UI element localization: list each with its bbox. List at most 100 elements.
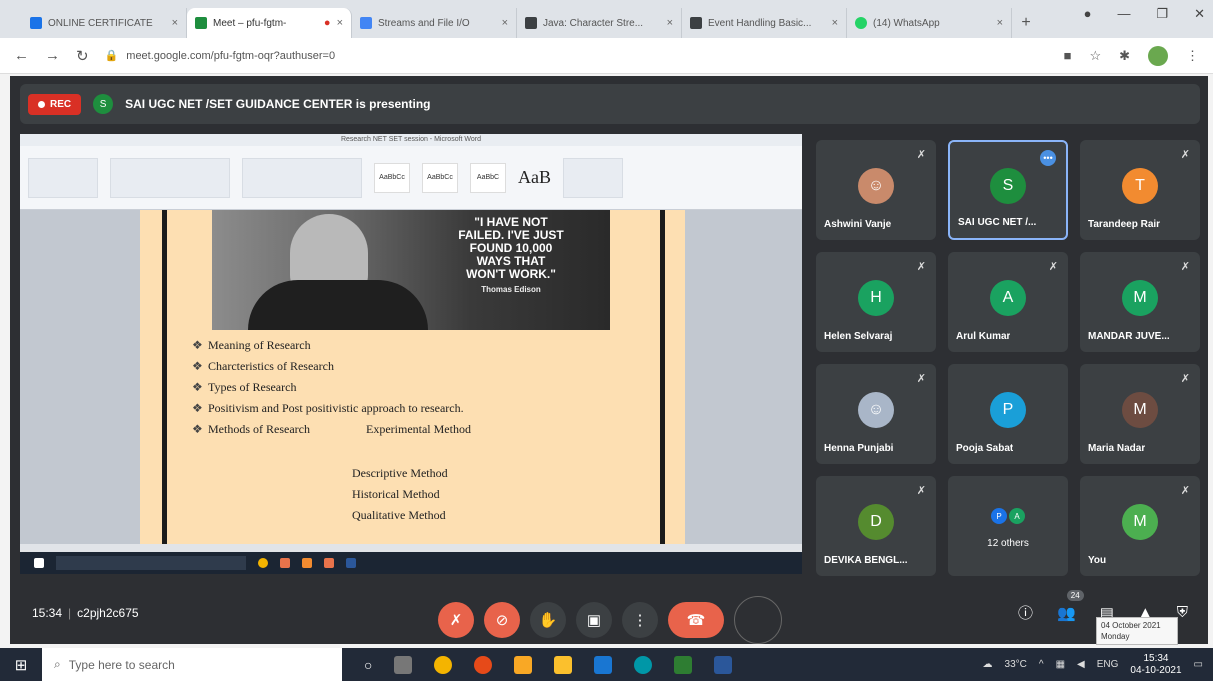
browser-tab[interactable]: Event Handling Basic... × bbox=[682, 8, 847, 38]
taskbar-search-input[interactable]: ⌕ Type here to search bbox=[42, 648, 342, 681]
maximize-icon[interactable]: ❐ bbox=[1156, 6, 1168, 22]
host-controls-icon[interactable]: ⛨ bbox=[1177, 604, 1188, 621]
start-icon bbox=[34, 558, 44, 568]
others-tile[interactable]: P A 12 others bbox=[948, 476, 1068, 576]
participant-tile[interactable]: ✗ M Maria Nadar bbox=[1080, 364, 1200, 464]
close-window-icon[interactable]: ✕ bbox=[1194, 6, 1205, 22]
tab-label: Meet – pfu-fgtm- bbox=[213, 17, 287, 29]
participant-name: Henna Punjabi bbox=[824, 443, 894, 454]
leave-call-button[interactable]: ☎ bbox=[668, 602, 724, 638]
avatar: M bbox=[1122, 280, 1158, 316]
ribbon-font-group bbox=[110, 157, 230, 198]
taskbar-clock[interactable]: 15:34 04-10-2021 bbox=[1130, 653, 1181, 677]
cortana-icon[interactable]: ○ bbox=[364, 657, 372, 673]
chrome-icon[interactable] bbox=[434, 655, 453, 674]
tab-close-icon[interactable]: × bbox=[172, 17, 178, 29]
weather-icon[interactable]: ☁ bbox=[983, 659, 993, 670]
new-tab-button[interactable]: + bbox=[1012, 8, 1040, 38]
bookmark-star-icon[interactable]: ☆ bbox=[1089, 48, 1101, 64]
ribbon-title-style: AaB bbox=[518, 167, 551, 187]
word-icon[interactable] bbox=[714, 655, 733, 674]
camera-icon[interactable]: ■ bbox=[1064, 48, 1072, 63]
mic-off-icon: ✗ bbox=[1180, 261, 1190, 273]
tab-close-icon[interactable]: × bbox=[502, 17, 508, 29]
participant-name: Arul Kumar bbox=[956, 331, 1011, 342]
present-screen-button[interactable]: ▣ bbox=[576, 602, 612, 638]
browser-tab[interactable]: Streams and File I/O × bbox=[352, 8, 517, 38]
browser-tab[interactable]: Java: Character Stre... × bbox=[517, 8, 682, 38]
url-field[interactable]: 🔒 meet.google.com/pfu-fgtm-oqr?authuser=… bbox=[105, 49, 1048, 63]
browser-tab[interactable]: ONLINE CERTIFICATE × bbox=[22, 8, 187, 38]
participant-tile[interactable]: ✗ T Tarandeep Rair bbox=[1080, 140, 1200, 240]
edison-quote: "I HAVE NOT FAILED. I'VE JUST FOUND 10,0… bbox=[426, 216, 596, 296]
tray-chevron-icon[interactable]: ^ bbox=[1039, 659, 1044, 670]
window-controls: ● — ❐ ✕ bbox=[1084, 6, 1205, 22]
people-button[interactable]: 👥 24 bbox=[1057, 589, 1084, 622]
raise-hand-button[interactable]: ✋ bbox=[530, 602, 566, 638]
more-options-icon[interactable]: ••• bbox=[1040, 150, 1056, 166]
word-icon bbox=[346, 558, 356, 568]
edge-icon[interactable] bbox=[634, 655, 653, 674]
mic-toggle-button[interactable]: ✗ bbox=[438, 602, 474, 638]
participant-tile[interactable]: ✗ H Helen Selvaraj bbox=[816, 252, 936, 352]
excel-icon[interactable] bbox=[674, 655, 693, 674]
tab-close-icon[interactable]: × bbox=[667, 17, 673, 29]
language-indicator[interactable]: ENG bbox=[1097, 659, 1119, 670]
diamond-bullet-icon: ❖ bbox=[192, 338, 203, 352]
participant-name: DEVIKA BENGL... bbox=[824, 555, 908, 566]
avatar: T bbox=[1122, 168, 1158, 204]
profile-circle-icon[interactable]: ● bbox=[1084, 6, 1092, 22]
browser-tab[interactable]: (14) WhatsApp × bbox=[847, 8, 1012, 38]
os-taskbar: ⊞ ⌕ Type here to search ○ ☁ 33°C ^ ▦ ◀ E… bbox=[0, 648, 1213, 681]
tab-favicon-icon bbox=[30, 17, 42, 29]
store-icon[interactable] bbox=[554, 655, 573, 674]
tab-close-icon[interactable]: × bbox=[997, 17, 1003, 29]
tab-favicon-icon bbox=[690, 17, 702, 29]
list-item: ❖ Charcteristics of Research bbox=[192, 359, 471, 380]
opera-icon[interactable] bbox=[474, 655, 493, 674]
participant-tile[interactable]: ✗ ☺ Ashwini Vanje bbox=[816, 140, 936, 240]
participant-tile[interactable]: ✗ M MANDAR JUVE... bbox=[1080, 252, 1200, 352]
self-tile[interactable]: ✗ M You bbox=[1080, 476, 1200, 576]
avatar: M bbox=[1122, 504, 1158, 540]
diamond-bullet-icon: ❖ bbox=[192, 401, 203, 415]
document-page: "I HAVE NOT FAILED. I'VE JUST FOUND 10,0… bbox=[140, 210, 685, 544]
participant-tile[interactable]: ✗ ☺ Henna Punjabi bbox=[816, 364, 936, 464]
participant-tile[interactable]: ••• S SAI UGC NET /... bbox=[948, 140, 1068, 240]
task-view-icon[interactable] bbox=[394, 655, 413, 674]
tab-close-icon[interactable]: × bbox=[337, 17, 343, 29]
list-item: Descriptive Method bbox=[352, 466, 448, 480]
meet-controls: 15:34 | c2pjh2c675 ✗ ⊘ ✋ ▣ ⋮ ☎ ⓘ 👥 24 ▤ ▲ … bbox=[10, 586, 1208, 644]
back-icon[interactable]: ← bbox=[14, 47, 29, 64]
participant-tile[interactable]: ✗ A Arul Kumar bbox=[948, 252, 1068, 352]
presenting-banner: REC S SAI UGC NET /SET GUIDANCE CENTER i… bbox=[20, 84, 1200, 124]
meeting-details-icon[interactable]: ⓘ bbox=[1018, 602, 1033, 623]
notifications-icon[interactable]: ▭ bbox=[1194, 659, 1203, 670]
mic-off-icon: ✗ bbox=[916, 149, 926, 161]
reload-icon[interactable]: ↻ bbox=[76, 47, 89, 65]
list-item: ❖ Meaning of Research bbox=[192, 338, 471, 359]
temperature[interactable]: 33°C bbox=[1005, 659, 1027, 670]
participant-tile[interactable]: P Pooja Sabat bbox=[948, 364, 1068, 464]
windows-start-icon[interactable]: ⊞ bbox=[0, 648, 42, 681]
mic-off-icon: ✗ bbox=[916, 373, 926, 385]
participant-tile[interactable]: ✗ D DEVIKA BENGL... bbox=[816, 476, 936, 576]
tab-close-icon[interactable]: × bbox=[832, 17, 838, 29]
camera-toggle-button[interactable]: ⊘ bbox=[484, 602, 520, 638]
minimize-icon[interactable]: — bbox=[1117, 6, 1130, 22]
mail-icon[interactable] bbox=[594, 655, 613, 674]
list-item: ❖ Positivism and Post positivistic approa… bbox=[192, 401, 471, 422]
methods-list: Descriptive Method Historical Method Qua… bbox=[352, 466, 448, 529]
volume-icon[interactable]: ◀ bbox=[1077, 659, 1085, 670]
network-icon[interactable]: ▦ bbox=[1056, 659, 1065, 670]
tab-label: Streams and File I/O bbox=[378, 17, 470, 29]
menu-kebab-icon[interactable]: ⋮ bbox=[1186, 48, 1199, 64]
forward-icon[interactable]: → bbox=[45, 47, 60, 64]
avatar[interactable] bbox=[1148, 45, 1168, 66]
extensions-puzzle-icon[interactable]: ✱ bbox=[1119, 48, 1130, 64]
file-explorer-icon[interactable] bbox=[514, 655, 533, 674]
more-options-button[interactable]: ⋮ bbox=[622, 602, 658, 638]
participant-name: Ashwini Vanje bbox=[824, 219, 892, 230]
browser-tab-active[interactable]: Meet – pfu-fgtm- ● × bbox=[187, 8, 352, 38]
ribbon-style-swatch: AaBbC bbox=[470, 162, 506, 193]
